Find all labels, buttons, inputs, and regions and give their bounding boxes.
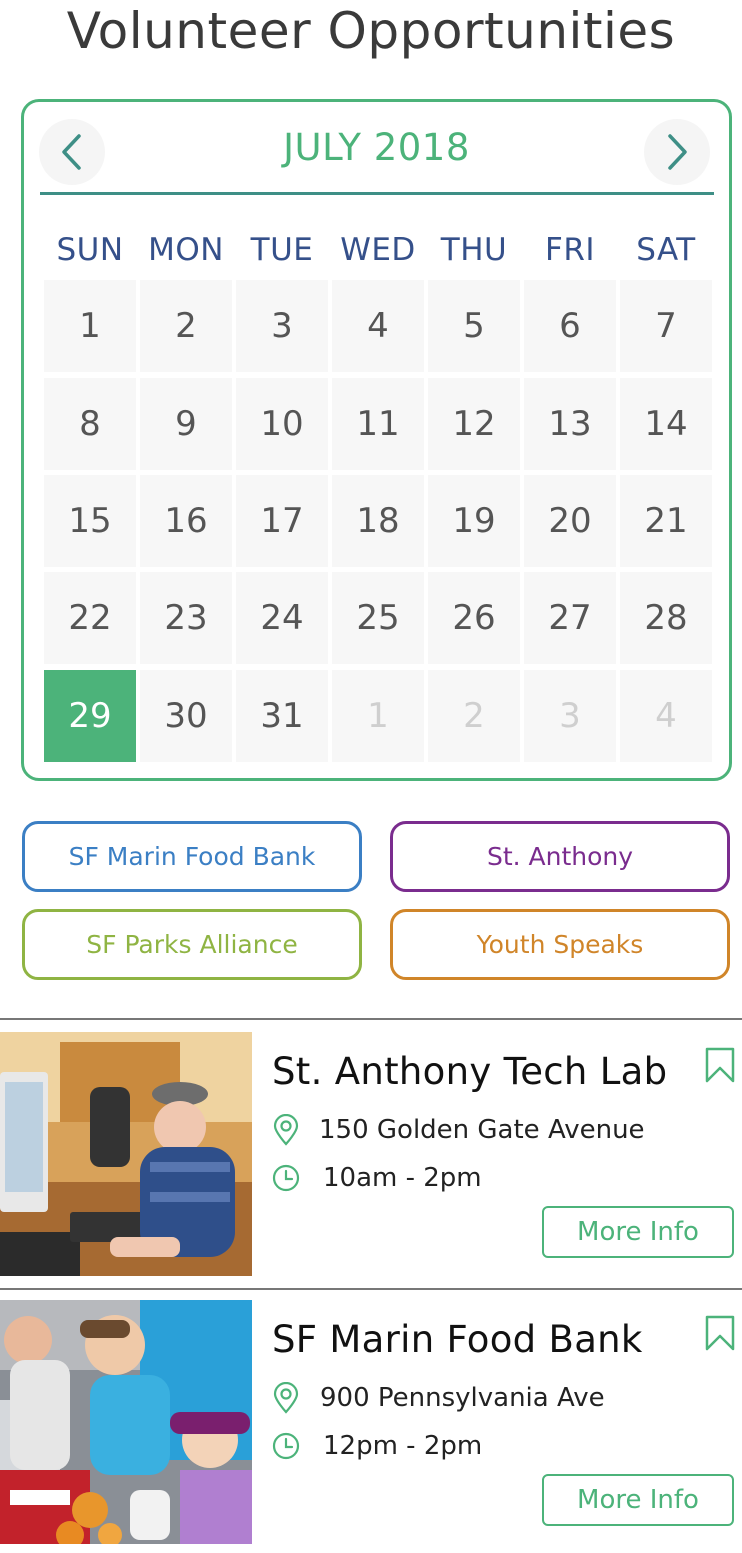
calendar-day[interactable]: 20: [524, 475, 616, 567]
filter-sf-marin-food-bank[interactable]: SF Marin Food Bank: [22, 821, 362, 892]
calendar-day[interactable]: 22: [44, 572, 136, 664]
weekday-thu: THU: [440, 232, 508, 268]
weekday-mon: MON: [148, 232, 224, 268]
calendar-day-selected[interactable]: 29: [44, 670, 136, 762]
calendar-month-label: JULY 2018: [283, 126, 470, 169]
location-pin-icon: [273, 1382, 299, 1414]
calendar-day[interactable]: 26: [428, 572, 520, 664]
opportunity-image: [0, 1300, 252, 1544]
filter-youth-speaks[interactable]: Youth Speaks: [390, 909, 730, 980]
opportunity-title: St. Anthony Tech Lab: [272, 1050, 668, 1093]
opportunity-address: 900 Pennsylvania Ave: [320, 1383, 605, 1413]
calendar-day[interactable]: 14: [620, 378, 712, 470]
opportunity-time: 12pm - 2pm: [323, 1431, 483, 1461]
calendar-day[interactable]: 16: [140, 475, 232, 567]
calendar-day[interactable]: 24: [236, 572, 328, 664]
bookmark-icon[interactable]: [704, 1046, 736, 1084]
weekday-tue: TUE: [250, 232, 314, 268]
calendar-day[interactable]: 25: [332, 572, 424, 664]
opportunity-image: [0, 1032, 252, 1276]
page-title: Volunteer Opportunities: [66, 2, 676, 60]
calendar-day[interactable]: 12: [428, 378, 520, 470]
chevron-right-icon: [668, 134, 687, 170]
calendar-day[interactable]: 8: [44, 378, 136, 470]
photo-computer-lab: [0, 1032, 252, 1276]
calendar-day[interactable]: 13: [524, 378, 616, 470]
calendar-day[interactable]: 7: [620, 280, 712, 372]
calendar-day-next-month[interactable]: 4: [620, 670, 712, 762]
list-divider: [0, 1018, 742, 1020]
opportunity-time: 10am - 2pm: [323, 1163, 482, 1193]
filter-st-anthony[interactable]: St. Anthony: [390, 821, 730, 892]
clock-icon: [272, 1432, 300, 1460]
calendar-day-next-month[interactable]: 3: [524, 670, 616, 762]
calendar: JULY 2018 SUN MON TUE WED THU FRI SAT 1 …: [21, 99, 732, 781]
weekday-sat: SAT: [636, 232, 696, 268]
calendar-day[interactable]: 6: [524, 280, 616, 372]
clock-icon: [272, 1164, 300, 1192]
calendar-day[interactable]: 23: [140, 572, 232, 664]
opportunity-title: SF Marin Food Bank: [272, 1318, 643, 1361]
calendar-day-next-month[interactable]: 1: [332, 670, 424, 762]
calendar-day[interactable]: 27: [524, 572, 616, 664]
calendar-day[interactable]: 31: [236, 670, 328, 762]
calendar-day[interactable]: 28: [620, 572, 712, 664]
calendar-day[interactable]: 1: [44, 280, 136, 372]
calendar-day[interactable]: 15: [44, 475, 136, 567]
calendar-day[interactable]: 2: [140, 280, 232, 372]
next-month-button[interactable]: [644, 119, 710, 185]
calendar-day[interactable]: 9: [140, 378, 232, 470]
photo-food-bank: [0, 1300, 252, 1544]
calendar-day[interactable]: 3: [236, 280, 328, 372]
calendar-day[interactable]: 19: [428, 475, 520, 567]
filter-sf-parks-alliance[interactable]: SF Parks Alliance: [22, 909, 362, 980]
calendar-day[interactable]: 5: [428, 280, 520, 372]
location-pin-icon: [273, 1114, 299, 1146]
more-info-button[interactable]: More Info: [542, 1474, 734, 1526]
more-info-button[interactable]: More Info: [542, 1206, 734, 1258]
bookmark-icon[interactable]: [704, 1314, 736, 1352]
weekday-sun: SUN: [56, 232, 124, 268]
calendar-day[interactable]: 30: [140, 670, 232, 762]
calendar-day[interactable]: 4: [332, 280, 424, 372]
list-divider: [0, 1288, 742, 1290]
weekday-fri: FRI: [544, 232, 595, 268]
calendar-day[interactable]: 17: [236, 475, 328, 567]
opportunity-address: 150 Golden Gate Avenue: [319, 1115, 645, 1145]
calendar-day[interactable]: 21: [620, 475, 712, 567]
calendar-day[interactable]: 11: [332, 378, 424, 470]
calendar-day-next-month[interactable]: 2: [428, 670, 520, 762]
calendar-day[interactable]: 18: [332, 475, 424, 567]
calendar-day[interactable]: 10: [236, 378, 328, 470]
weekday-wed: WED: [340, 232, 416, 268]
calendar-header-rule: [40, 192, 714, 195]
